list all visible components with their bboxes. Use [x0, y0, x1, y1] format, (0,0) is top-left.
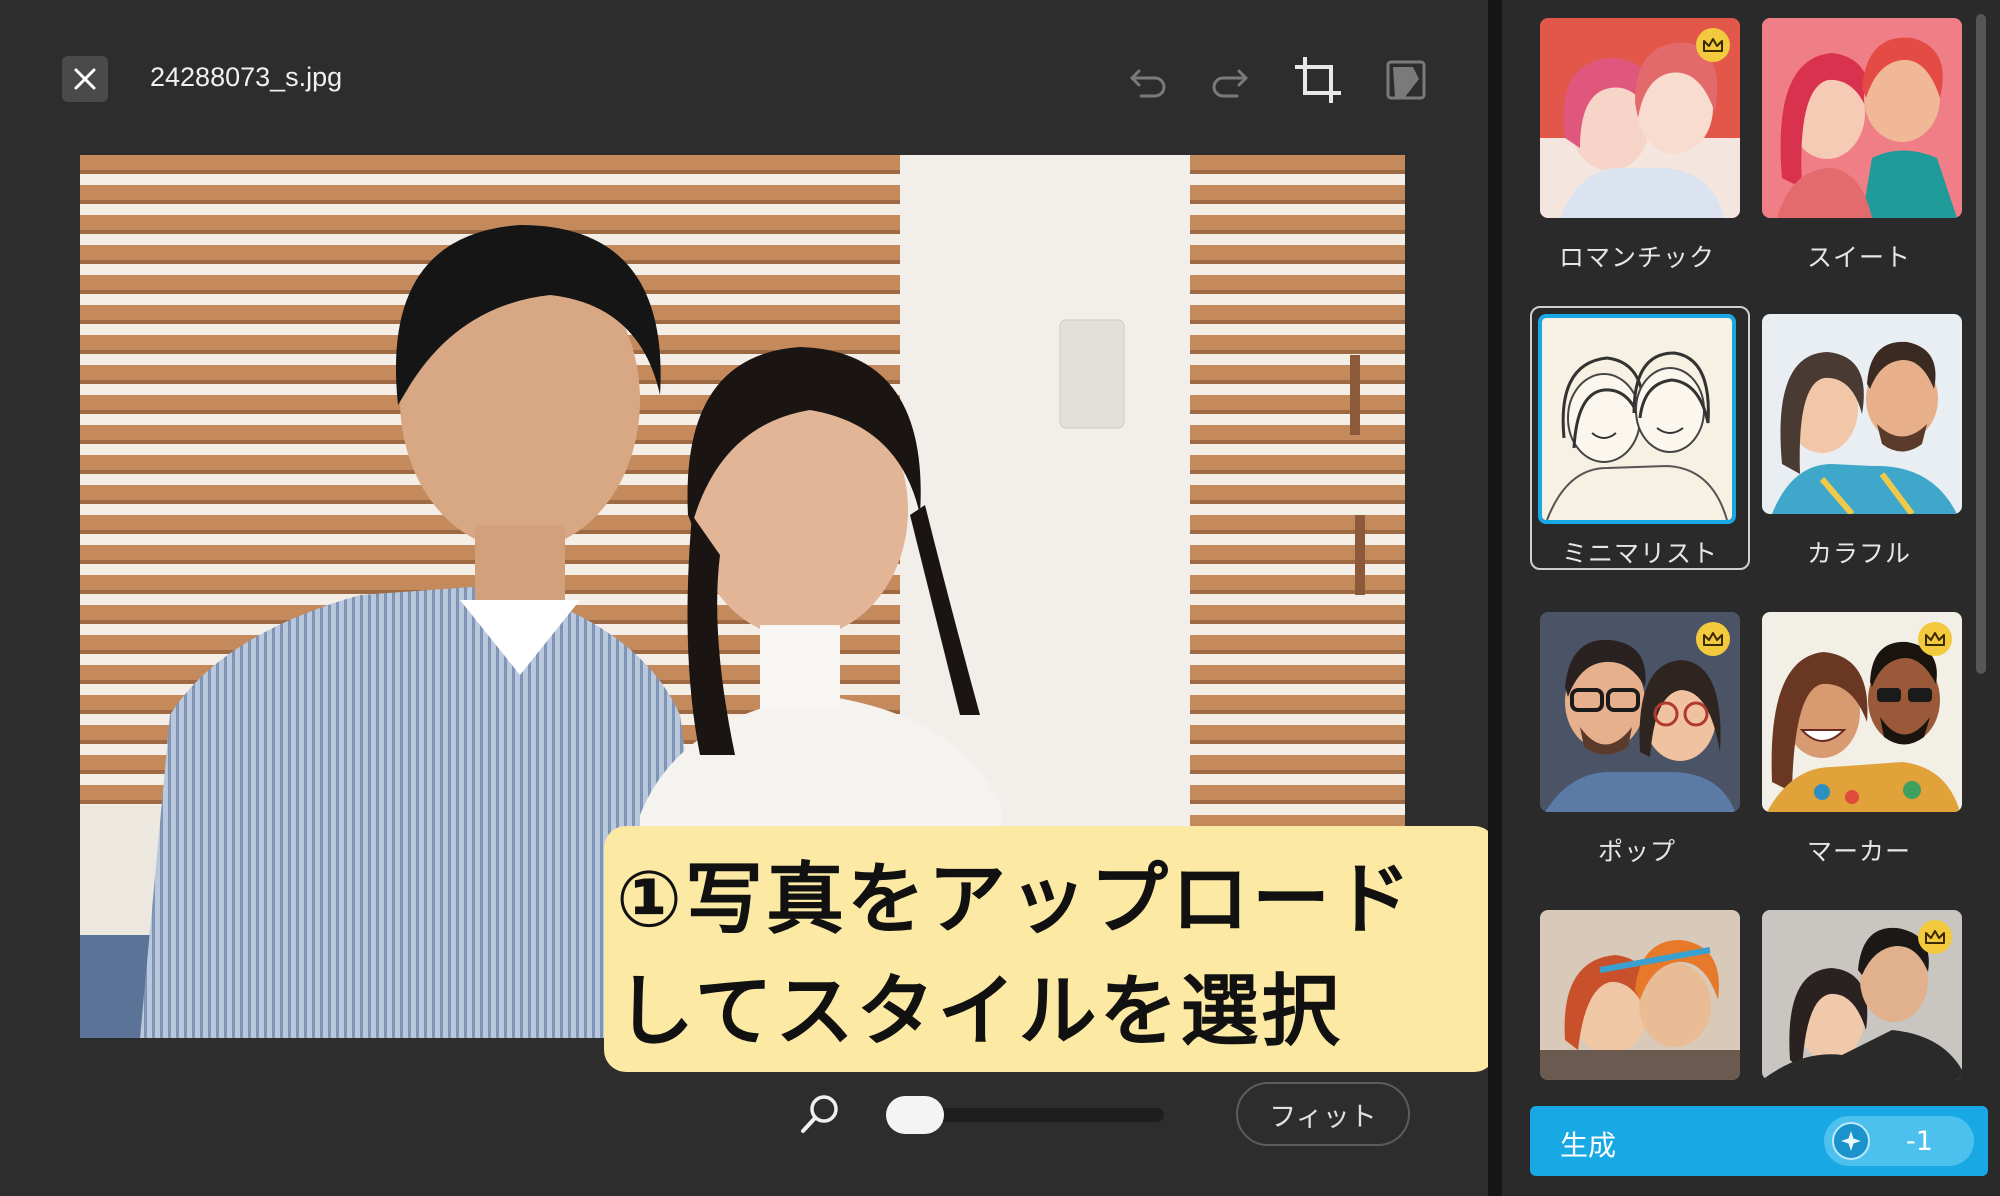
style-thumbnail — [1762, 910, 1962, 1080]
style-label: マーカー — [1806, 837, 1911, 866]
style-card-sweet[interactable]: スイート — [1754, 18, 1964, 298]
close-button[interactable] — [62, 56, 108, 102]
credit-cost-badge: -1 — [1824, 1116, 1974, 1166]
style-label: スイート — [1806, 243, 1911, 272]
crop-button[interactable] — [1290, 52, 1346, 108]
undo-icon — [1130, 69, 1166, 98]
eraser-button[interactable] — [1378, 52, 1434, 108]
file-name: 24288073_s.jpg — [150, 62, 343, 92]
undo-button[interactable] — [1120, 52, 1176, 108]
style-label: ロマンチック — [1558, 243, 1715, 272]
style-thumbnail — [1762, 18, 1962, 218]
instruction-caption: ①写真をアップロード してスタイルを選択 — [604, 826, 1496, 1072]
premium-crown-icon — [1918, 622, 1952, 656]
redo-button[interactable] — [1202, 52, 1258, 108]
caption-line-1: ①写真をアップロード — [616, 855, 1415, 945]
editor-area: 24288073_s.jpg ①写真をアップロード してスタイルを選択 フィット — [0, 0, 1496, 1196]
style-card-romantic[interactable]: ロマンチック — [1532, 18, 1742, 298]
generate-label: 生成 — [1560, 1129, 1617, 1162]
panel-divider — [1488, 0, 1502, 1196]
style-thumbnail — [1540, 612, 1740, 812]
panel-scrollbar[interactable] — [1976, 14, 1986, 674]
style-card-colorful[interactable]: カラフル — [1754, 314, 1964, 594]
caption-line-2: してスタイルを選択 — [616, 967, 1343, 1057]
premium-crown-icon — [1918, 920, 1952, 954]
style-label: ポップ — [1597, 837, 1676, 866]
style-card-8[interactable] — [1754, 910, 1964, 1080]
style-thumbnail — [1762, 612, 1962, 812]
crop-icon — [1295, 57, 1341, 103]
style-thumbnail — [1540, 910, 1740, 1080]
style-label: ミニマリスト — [1561, 539, 1718, 568]
style-thumbnail — [1538, 314, 1736, 524]
zoom-icon — [796, 1090, 844, 1138]
generate-button[interactable]: 生成 -1 — [1530, 1106, 1988, 1176]
style-label: カラフル — [1806, 539, 1911, 568]
close-icon — [74, 68, 96, 90]
credit-sparkle-icon — [1832, 1122, 1870, 1160]
style-card-minimalist[interactable]: ミニマリスト — [1530, 306, 1750, 570]
credit-cost: -1 — [1906, 1126, 1933, 1157]
redo-icon — [1212, 69, 1248, 98]
eraser-icon — [1386, 60, 1426, 100]
style-thumbnail — [1762, 314, 1962, 514]
style-card-marker[interactable]: マーカー — [1754, 612, 1964, 892]
style-thumbnail — [1540, 18, 1740, 218]
premium-crown-icon — [1696, 28, 1730, 62]
premium-crown-icon — [1696, 622, 1730, 656]
zoom-slider-thumb[interactable] — [886, 1096, 944, 1134]
style-card-pop[interactable]: ポップ — [1532, 612, 1742, 892]
fit-button[interactable]: フィット — [1236, 1082, 1410, 1146]
style-card-7[interactable] — [1532, 910, 1742, 1080]
